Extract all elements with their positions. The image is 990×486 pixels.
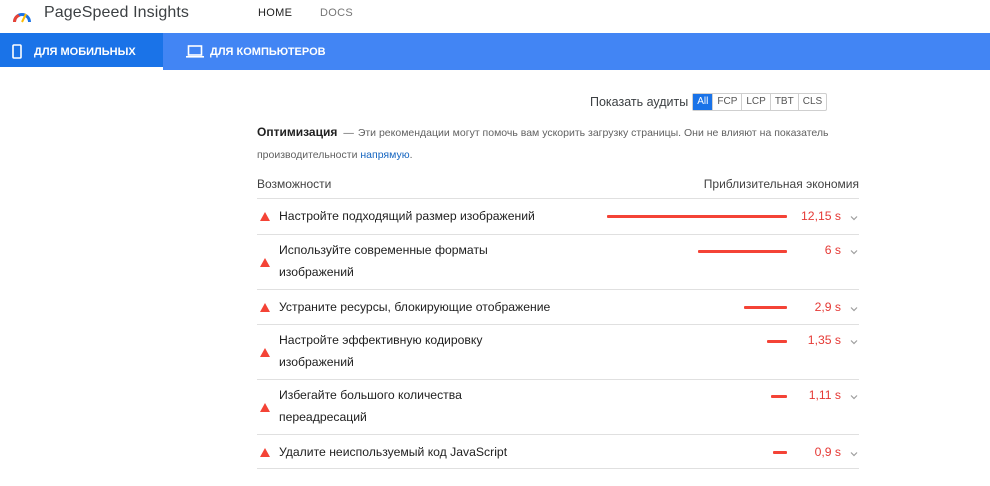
laptop-icon	[186, 45, 204, 58]
chevron-down-icon[interactable]	[849, 247, 859, 257]
filter-chip-fcp[interactable]: FCP	[712, 94, 741, 110]
tab-mobile[interactable]: ДЛЯ МОБИЛЬНЫХ	[0, 33, 163, 70]
filter-chip-lcp[interactable]: LCP	[741, 94, 769, 110]
warning-triangle-icon	[260, 347, 270, 357]
warning-triangle-icon	[260, 447, 270, 457]
nav-docs-tab[interactable]: DOCS	[320, 7, 353, 19]
opportunities-list: Настройте подходящий размер изображений 1…	[257, 198, 859, 469]
savings-value: 6 s	[824, 243, 841, 257]
savings-value: 12,15 s	[801, 209, 841, 223]
opportunity-title: Настройте подходящий размер изображений	[279, 209, 535, 223]
warning-triangle-icon	[260, 302, 270, 312]
filter-chip-all[interactable]: All	[693, 94, 713, 110]
savings-bar	[771, 395, 787, 398]
filter-label: Показать аудиты	[590, 95, 689, 109]
col-estimated-savings: Приблизительная экономия	[703, 177, 859, 191]
chevron-down-icon[interactable]	[849, 392, 859, 402]
chevron-down-icon[interactable]	[849, 337, 859, 347]
mobile-icon	[12, 44, 22, 59]
filter-chip-group: All FCP LCP TBT CLS	[692, 93, 828, 111]
savings-value: 2,9 s	[814, 300, 841, 314]
tab-desktop[interactable]: ДЛЯ КОМПЬЮТЕРОВ	[186, 33, 326, 70]
opportunity-row[interactable]: Избегайте большого количества переадреса…	[257, 379, 859, 434]
filter-chip-cls[interactable]: CLS	[797, 94, 826, 110]
savings-bar	[773, 451, 787, 454]
opportunity-row[interactable]: Устраните ресурсы, блокирующие отображен…	[257, 289, 859, 324]
savings-value: 1,35 s	[807, 333, 841, 347]
opportunity-row[interactable]: Настройте эффективную кодировку изображе…	[257, 324, 859, 379]
savings-bar	[767, 340, 787, 343]
directly-link[interactable]: напрямую	[360, 149, 409, 161]
chevron-down-icon[interactable]	[849, 213, 859, 223]
chevron-down-icon[interactable]	[849, 304, 859, 314]
opportunity-row[interactable]: Используйте современные форматы изображе…	[257, 234, 859, 289]
section-title: Оптимизация	[257, 125, 338, 139]
opportunities-header: Возможности Приблизительная экономия	[257, 175, 859, 197]
opportunity-title: Избегайте большого количества переадреса…	[279, 388, 462, 424]
active-tab-indicator	[0, 67, 163, 70]
savings-bar	[744, 306, 787, 309]
top-bar: PageSpeed Insights HOME DOCS	[0, 0, 990, 33]
savings-bar	[607, 215, 787, 218]
savings-value: 0,9 s	[814, 445, 841, 459]
chevron-down-icon[interactable]	[849, 449, 859, 459]
device-tab-bar: ДЛЯ МОБИЛЬНЫХ ДЛЯ КОМПЬЮТЕРОВ	[0, 33, 990, 70]
section-dash: —	[343, 127, 354, 139]
filter-chip-tbt[interactable]: TBT	[769, 94, 798, 110]
section-description: Оптимизация — Эти рекомендации могут помоч…	[257, 121, 857, 166]
section-period: .	[409, 149, 413, 161]
opportunity-row[interactable]: Настройте подходящий размер изображений 1…	[257, 198, 859, 234]
app-title[interactable]: PageSpeed Insights	[44, 4, 189, 22]
nav-home-tab[interactable]: HOME	[258, 7, 292, 19]
opportunity-title: Настройте эффективную кодировку изображе…	[279, 333, 483, 369]
opportunity-title: Удалите неиспользуемый код JavaScript	[279, 445, 508, 459]
col-opportunities: Возможности	[257, 177, 332, 191]
audit-filter: Показать аудиты All FCP LCP TBT CLS	[590, 93, 828, 111]
savings-value: 1,11 s	[808, 388, 841, 402]
opportunity-row[interactable]: Удалите неиспользуемый код JavaScript 0,9…	[257, 434, 859, 469]
warning-triangle-icon	[260, 402, 270, 412]
tab-desktop-label: ДЛЯ КОМПЬЮТЕРОВ	[210, 45, 326, 58]
warning-triangle-icon	[260, 257, 270, 267]
opportunity-title: Используйте современные форматы изображе…	[279, 243, 488, 279]
savings-bar	[698, 250, 787, 253]
tab-mobile-label: ДЛЯ МОБИЛЬНЫХ	[34, 45, 136, 58]
opportunity-title: Устраните ресурсы, блокирующие отображен…	[279, 300, 551, 314]
warning-triangle-icon	[260, 212, 270, 221]
pagespeed-logo-icon[interactable]	[11, 6, 33, 24]
